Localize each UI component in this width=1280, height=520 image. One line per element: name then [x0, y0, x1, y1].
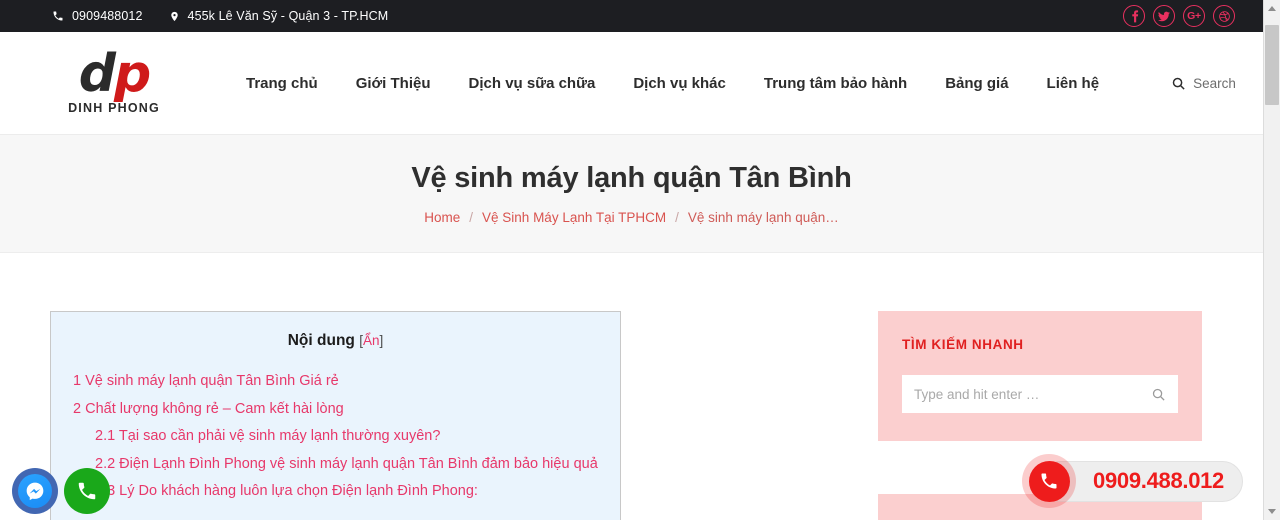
toc-title-label: Nội dung [287, 332, 355, 349]
phone-call-button[interactable] [64, 468, 110, 514]
site-header: dp DINH PHONG Trang chủ Giới Thiệu Dịch … [0, 32, 1263, 135]
top-info-bar: 0909488012 455k Lê Văn Sỹ - Quận 3 - TP.… [0, 0, 1263, 32]
phone-icon [1039, 471, 1059, 491]
toc-item-2[interactable]: 2 Chất lượng không rẻ – Cam kết hài lòng [73, 401, 598, 417]
breadcrumb-separator: / [469, 210, 474, 225]
hotline-number: 0909.488.012 [1093, 468, 1224, 493]
toc-item-2-2[interactable]: 2.2 Điện Lạnh Đình Phong vệ sinh máy lạn… [73, 456, 598, 472]
nav-item-dich-vu-sua-chua[interactable]: Dịch vụ sữa chữa [469, 69, 596, 98]
dribbble-icon[interactable] [1213, 5, 1235, 27]
search-input[interactable] [914, 386, 1151, 402]
quick-search-widget: TÌM KIẾM NHANH [878, 311, 1202, 441]
logo-mark: dp [79, 48, 151, 100]
phone-icon [76, 480, 98, 502]
chevron-down-icon [1268, 509, 1276, 514]
nav-item-trung-tam-bao-hanh[interactable]: Trung tâm bảo hành [764, 69, 907, 98]
google-plus-glyph: G+ [1187, 9, 1201, 22]
toc-title: Nội dung [Ẩn] [73, 332, 598, 350]
table-of-contents: Nội dung [Ẩn] 1 Vệ sinh máy lạnh quận Tâ… [50, 311, 621, 520]
logo-letter-p: p [114, 44, 151, 105]
nav-item-bang-gia[interactable]: Bảng giá [945, 69, 1008, 98]
topbar-address: 455k Lê Văn Sỹ - Quận 3 - TP.HCM [169, 9, 389, 23]
twitter-icon[interactable] [1153, 5, 1175, 27]
toc-item-1[interactable]: 1 Vệ sinh máy lạnh quận Tân Bình Giá rẻ [73, 374, 598, 389]
google-plus-icon[interactable]: G+ [1183, 5, 1205, 27]
toc-item-2-1[interactable]: 2.1 Tại sao cần phải vệ sinh máy lạnh th… [73, 429, 598, 444]
header-search-label: Search [1193, 75, 1236, 91]
toc-toggle-link[interactable]: Ẩn [363, 333, 380, 348]
chevron-up-icon [1268, 6, 1276, 11]
nav-item-lien-he[interactable]: Liên hệ [1047, 69, 1100, 98]
search-icon [1171, 76, 1186, 91]
site-logo[interactable]: dp DINH PHONG [34, 48, 194, 115]
breadcrumb-item-category[interactable]: Vệ Sinh Máy Lạnh Tại TPHCM [482, 210, 666, 225]
hotline-widget[interactable]: 0909.488.012 [1022, 454, 1243, 508]
main-column: Nội dung [Ẩn] 1 Vệ sinh máy lạnh quận Tâ… [0, 253, 840, 520]
browser-viewport: 0909488012 455k Lê Văn Sỹ - Quận 3 - TP.… [0, 0, 1280, 520]
page-scrollbar[interactable] [1263, 0, 1280, 520]
page-title: Vệ sinh máy lạnh quận Tân Bình [411, 162, 852, 194]
map-pin-icon [169, 10, 180, 23]
topbar-phone-label: 0909488012 [72, 9, 143, 23]
scroll-down-button[interactable] [1264, 503, 1280, 520]
messenger-button[interactable] [12, 468, 58, 514]
quick-search-title: TÌM KIẾM NHANH [902, 337, 1024, 352]
messenger-icon [18, 474, 52, 508]
breadcrumb-item-current: Vệ sinh máy lạnh quận… [687, 210, 839, 225]
scroll-up-button[interactable] [1264, 0, 1280, 17]
facebook-icon[interactable] [1123, 5, 1145, 27]
scrollbar-thumb[interactable] [1265, 25, 1279, 105]
logo-text: DINH PHONG [68, 100, 160, 115]
hotline-ring [1022, 454, 1077, 508]
nav-item-dich-vu-khac[interactable]: Dịch vụ khác [633, 69, 726, 98]
topbar-address-label: 455k Lê Văn Sỹ - Quận 3 - TP.HCM [187, 9, 389, 23]
topbar-phone[interactable]: 0909488012 [52, 9, 143, 23]
breadcrumb-separator: / [675, 210, 679, 225]
main-navigation: Trang chủ Giới Thiệu Dịch vụ sữa chữa Dị… [246, 69, 1236, 98]
logo-letter-d: d [78, 44, 116, 105]
search-icon[interactable] [1151, 387, 1166, 402]
floating-chat-buttons [12, 468, 110, 514]
page-hero: Vệ sinh máy lạnh quận Tân Bình Home / Vệ… [0, 135, 1263, 253]
sidebar-search-box[interactable] [902, 375, 1178, 413]
social-links: G+ [1123, 5, 1245, 27]
nav-item-trang-chu[interactable]: Trang chủ [246, 69, 318, 98]
phone-icon [52, 10, 64, 22]
breadcrumb-item-home[interactable]: Home [424, 210, 460, 225]
header-search-toggle[interactable]: Search [1171, 76, 1236, 91]
toc-bracket-close: ] [379, 333, 384, 348]
hotline-call-button[interactable] [1028, 460, 1070, 502]
page-root: 0909488012 455k Lê Văn Sỹ - Quận 3 - TP.… [0, 0, 1263, 520]
breadcrumb: Home / Vệ Sinh Máy Lạnh Tại TPHCM / Vệ s… [424, 210, 838, 225]
nav-item-gioi-thieu[interactable]: Giới Thiệu [356, 69, 431, 98]
toc-item-2-3[interactable]: 2.3 Lý Do khách hàng luôn lựa chọn Điện … [73, 484, 598, 499]
